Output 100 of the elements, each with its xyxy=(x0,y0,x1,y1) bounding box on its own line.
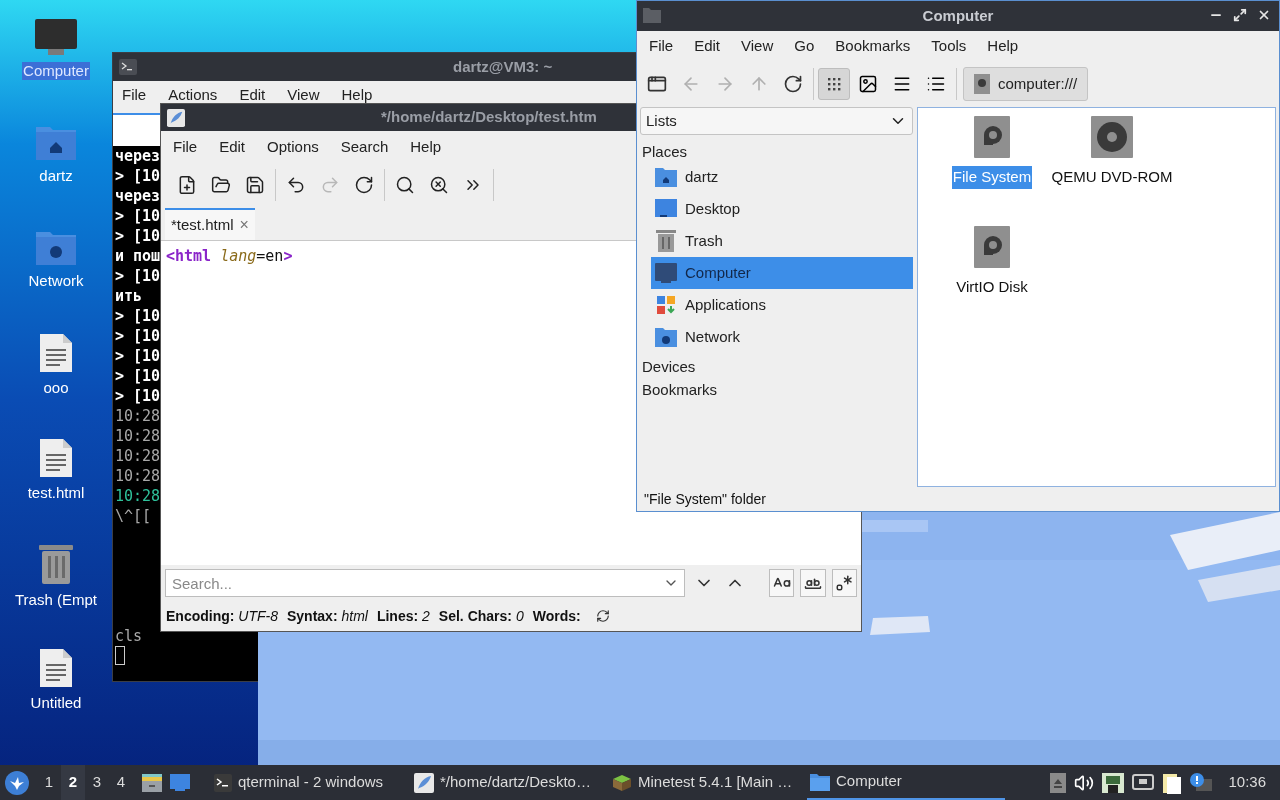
terminal-line: cls xyxy=(115,626,143,646)
folder-icon xyxy=(643,7,661,23)
section-header[interactable]: Bookmarks xyxy=(640,379,718,399)
volume-icon[interactable] xyxy=(1074,772,1095,793)
bird-icon xyxy=(9,775,25,790)
window-title: */home/dartz/Desktop/test.htm xyxy=(381,107,597,128)
section-header[interactable]: Devices xyxy=(640,356,696,376)
status-item: Sel. Chars: 0 xyxy=(438,606,524,626)
menu-item[interactable]: Help xyxy=(410,135,442,159)
task-button[interactable]: qterminal - 2 windows xyxy=(211,765,411,800)
text-cursor xyxy=(115,646,125,665)
section-header: Places xyxy=(641,142,688,161)
desktop-icon-label[interactable]: dartz xyxy=(38,167,74,185)
eject-icon[interactable] xyxy=(1050,772,1067,793)
menu-item[interactable]: File xyxy=(649,34,674,58)
document-icon xyxy=(39,333,73,373)
task-button[interactable]: Minetest 5.4.1 [Main … xyxy=(609,765,807,800)
workspace-button[interactable]: 2 xyxy=(61,765,85,800)
drive-item[interactable]: QEMU DVD-ROM xyxy=(1052,114,1172,224)
view-mode-button[interactable] xyxy=(818,68,850,100)
terminal-line: > [10 xyxy=(115,226,161,246)
menu-item[interactable]: Help xyxy=(341,86,373,103)
menu-item[interactable]: Edit xyxy=(694,34,721,58)
terminal-line: ить xyxy=(115,286,143,306)
search-icon xyxy=(395,175,415,195)
menu-item[interactable]: Go xyxy=(794,34,815,58)
compact-list-icon xyxy=(892,74,912,94)
task-button[interactable]: */home/dartz/Deskto… xyxy=(411,765,609,800)
task-button[interactable]: Computer xyxy=(807,765,1005,800)
drive-icon xyxy=(974,74,990,94)
desktop-icon-label[interactable]: Trash (Empt xyxy=(14,591,98,609)
folder-icon xyxy=(810,772,830,791)
side-pane-dropdown[interactable]: Lists xyxy=(640,107,913,135)
save-icon xyxy=(245,175,265,195)
terminal-icon xyxy=(214,773,232,792)
place-item[interactable]: Desktop xyxy=(651,193,913,225)
regex-button[interactable] xyxy=(831,569,857,597)
place-item[interactable]: Computer xyxy=(651,257,913,289)
terminal-icon xyxy=(119,59,137,75)
whole-word-button[interactable] xyxy=(800,569,826,597)
notification-icon[interactable] xyxy=(1190,772,1213,793)
menu-item[interactable]: Edit xyxy=(219,135,246,159)
menu-item[interactable]: Help xyxy=(987,34,1019,58)
menu-item[interactable]: Edit xyxy=(239,86,266,103)
file-tab[interactable]: *test.html × xyxy=(165,208,255,240)
match-case-button[interactable] xyxy=(769,569,795,597)
terminal-line: 10:28 xyxy=(115,446,161,466)
desktop-icon-label[interactable]: Network xyxy=(27,272,85,290)
menu-item[interactable]: Actions xyxy=(168,86,218,103)
terminal-line: > [10 xyxy=(115,206,161,226)
workspace-button[interactable]: 1 xyxy=(37,765,61,800)
window-title: dartz@VM3: ~ xyxy=(453,56,553,77)
terminal-line: и пош xyxy=(115,246,161,266)
search-field[interactable]: Search... xyxy=(165,569,685,597)
terminal-line: \^[[ xyxy=(115,506,152,526)
refresh-icon[interactable] xyxy=(595,609,610,623)
drive-icon xyxy=(974,226,1010,268)
reload-icon xyxy=(354,175,374,195)
menu-item[interactable]: Bookmarks xyxy=(835,34,911,58)
window-title: Computer xyxy=(922,5,994,26)
terminal-line: 10:28 xyxy=(115,406,161,426)
grass-block-icon xyxy=(612,772,632,793)
menu-item[interactable]: File xyxy=(122,86,147,103)
terminal-line: 10:28 xyxy=(115,466,161,486)
desktop-icon-label[interactable]: test.html xyxy=(26,484,86,502)
menu-item[interactable]: Options xyxy=(267,135,319,159)
undo-icon xyxy=(286,175,306,195)
ethernet-icon[interactable] xyxy=(1132,773,1155,792)
maximize-button[interactable] xyxy=(1233,8,1247,22)
drive-item[interactable]: VirtIO Disk xyxy=(932,224,1052,334)
document-icon xyxy=(39,438,73,478)
terminal-line: через xyxy=(115,146,161,166)
code-line: <html lang=en> xyxy=(166,246,293,267)
clipboard-icon[interactable] xyxy=(1162,771,1183,794)
detailed-list-icon xyxy=(926,74,946,94)
close-icon xyxy=(1257,8,1271,22)
close-tab-button[interactable]: × xyxy=(239,213,249,237)
place-item[interactable]: dartz xyxy=(651,161,913,193)
start-menu-button[interactable] xyxy=(5,770,29,795)
feather-icon xyxy=(414,772,434,793)
document-icon xyxy=(39,648,73,688)
new-tab-icon xyxy=(647,74,667,94)
network-tray-icon[interactable] xyxy=(1102,772,1125,793)
path-button[interactable]: computer:/// xyxy=(963,67,1089,101)
desktop-icon-label[interactable]: Computer xyxy=(22,62,90,80)
menu-item[interactable]: Tools xyxy=(931,34,967,58)
workspace-button[interactable]: 4 xyxy=(109,765,133,800)
desktop-icon-label[interactable]: ooo xyxy=(42,379,70,397)
menu-item[interactable]: Search xyxy=(340,135,389,159)
menu-item[interactable]: View xyxy=(741,34,774,58)
workspace-button[interactable]: 3 xyxy=(85,765,109,800)
menu-item[interactable]: View xyxy=(287,86,320,103)
item-label: QEMU DVD-ROM xyxy=(1050,167,1174,187)
terminal-line: > [10 xyxy=(115,386,161,406)
new-file-icon xyxy=(177,175,197,195)
clock[interactable]: 10:36 xyxy=(1228,771,1266,794)
desktop-icon-label[interactable]: Untitled xyxy=(29,694,83,712)
close-button[interactable] xyxy=(1257,8,1271,22)
drive-icon xyxy=(974,116,1010,158)
menu-item[interactable]: File xyxy=(173,135,198,159)
